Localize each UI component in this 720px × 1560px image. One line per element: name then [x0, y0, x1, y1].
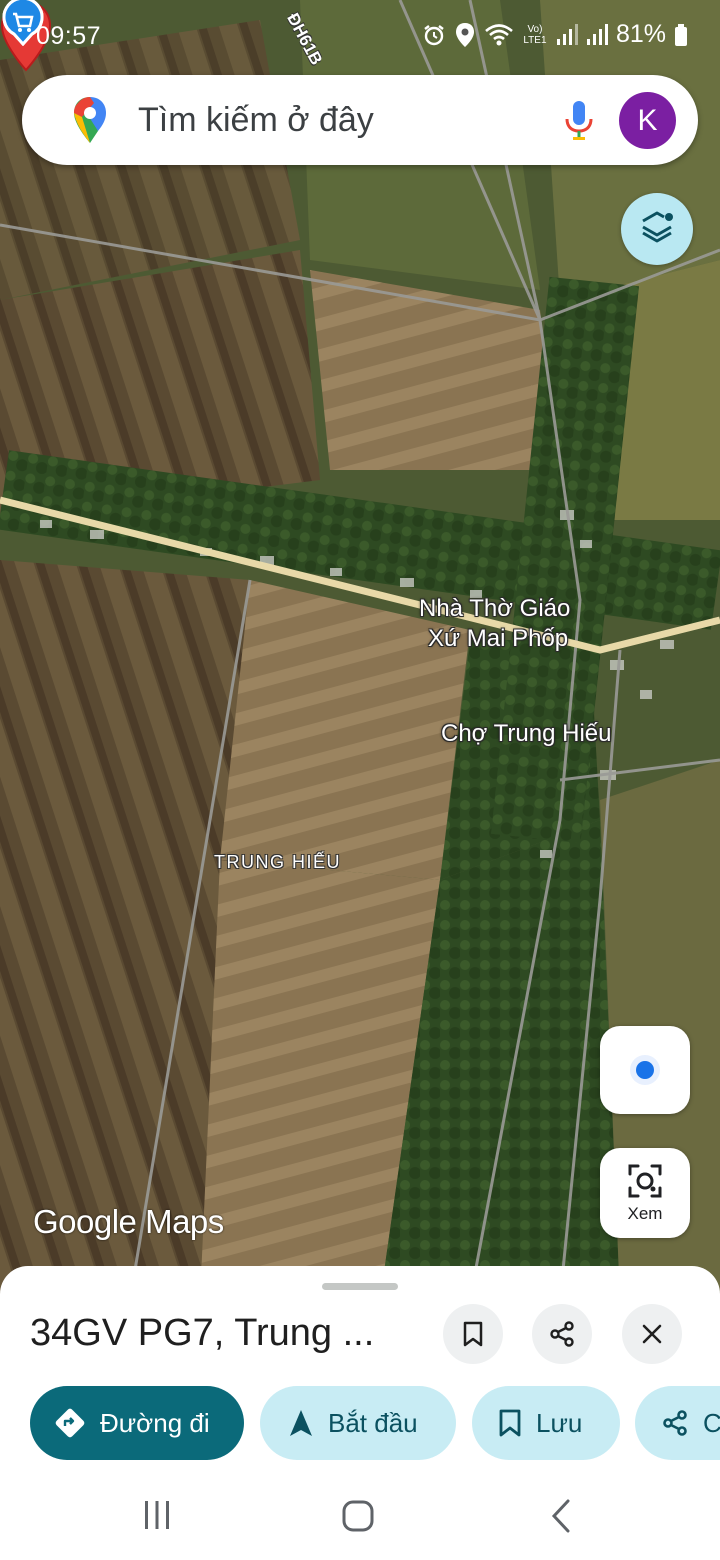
church-label-line2[interactable]: Xứ Mai Phốp [428, 624, 568, 653]
avatar[interactable]: K [619, 92, 676, 149]
signal-icon-2 [586, 23, 608, 45]
close-icon [642, 1324, 662, 1344]
directions-label: Đường đi [100, 1407, 210, 1438]
status-icons: Vo) LTE1 81% [422, 20, 688, 49]
wifi-icon [485, 23, 513, 45]
start-label: Bắt đầu [328, 1407, 418, 1438]
network-type: Vo) LTE1 [523, 23, 547, 46]
recents-icon[interactable] [140, 1498, 174, 1532]
share-button[interactable]: C [635, 1386, 720, 1460]
layers-icon [642, 211, 673, 243]
battery-icon [675, 23, 687, 46]
mic-icon[interactable] [562, 99, 596, 141]
alarm-icon [424, 24, 444, 45]
share-icon [663, 1410, 687, 1436]
status-time: 09:57 [36, 22, 102, 50]
directions-icon [55, 1408, 85, 1438]
search-input[interactable]: Tìm kiếm ở đây [138, 101, 374, 140]
location-status-icon [455, 22, 474, 47]
share-icon-button[interactable] [532, 1304, 592, 1364]
maps-logo-icon [74, 97, 106, 143]
back-icon[interactable] [548, 1498, 574, 1534]
lens-icon [628, 1164, 662, 1198]
share-icon [550, 1321, 574, 1347]
bookmark-icon [463, 1321, 483, 1347]
drag-handle[interactable] [322, 1283, 398, 1290]
status-bar: 09:57 Vo) LTE1 81% [0, 0, 720, 72]
lens-button[interactable]: Xem [600, 1148, 690, 1238]
home-icon[interactable] [340, 1498, 376, 1534]
place-title: 34GV PG7, Trung ... [30, 1312, 375, 1354]
layers-button[interactable] [621, 193, 693, 265]
area-label: TRUNG HIẾU [214, 852, 341, 872]
market-label[interactable]: Chợ Trung Hiếu [441, 719, 611, 748]
google-maps-watermark: Google Maps [33, 1203, 224, 1240]
save-button[interactable]: Lưu [472, 1386, 620, 1460]
start-button[interactable]: Bắt đầu [260, 1386, 456, 1460]
directions-button[interactable]: Đường đi [30, 1386, 244, 1460]
search-bar[interactable]: Tìm kiếm ở đây K [22, 75, 698, 165]
lens-label: Xem [627, 1204, 663, 1223]
close-button[interactable] [622, 1304, 682, 1364]
save-icon-button[interactable] [443, 1304, 503, 1364]
save-label: Lưu [536, 1407, 583, 1438]
my-location-button[interactable] [600, 1026, 690, 1114]
system-nav-bar [0, 1470, 720, 1560]
location-icon [630, 1055, 660, 1085]
bookmark-icon [499, 1409, 521, 1437]
church-label-line1[interactable]: Nhà Thờ Giáo [419, 594, 570, 623]
action-chips: Đường đi Bắt đầu Lưu C [0, 1384, 720, 1462]
battery-percent: 81% [615, 20, 666, 48]
navigation-icon [290, 1410, 312, 1436]
share-label: C [703, 1407, 720, 1438]
signal-icon-1 [556, 23, 578, 45]
